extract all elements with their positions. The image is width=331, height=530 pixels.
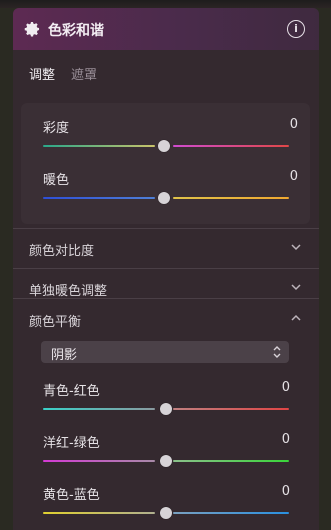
saturation-track-left[interactable] [43,145,155,147]
tone-range-value: 阴影 [51,348,78,363]
warmth-slider-thumb[interactable] [158,192,170,204]
tab-mask[interactable]: 遮罩 [71,64,97,83]
harmony-card: 彩度 0 暖色 0 [21,103,310,224]
magenta-green-track-left[interactable] [43,460,155,462]
tone-range-select[interactable]: 阴影 [41,341,289,363]
warmth-track-left[interactable] [43,197,155,199]
saturation-slider-thumb[interactable] [158,140,170,152]
section-label: 颜色对比度 [29,244,95,259]
updown-chevron-icon [273,346,281,358]
section-color-balance[interactable]: 颜色平衡 [13,299,319,339]
section-label: 单独暖色调整 [29,284,108,299]
yellow-blue-value[interactable]: 0 [250,484,290,499]
cyan-red-slider-thumb[interactable] [160,403,172,415]
saturation-label: 彩度 [43,121,70,136]
section-color-contrast[interactable]: 颜色对比度 [13,228,319,268]
saturation-value[interactable]: 0 [258,117,298,132]
panel-title: 色彩和谐 [48,23,104,39]
magenta-green-value[interactable]: 0 [250,432,290,447]
yellow-blue-label: 黄色-蓝色 [43,488,100,503]
cyan-red-label: 青色-红色 [43,384,100,399]
magenta-green-slider-thumb[interactable] [160,455,172,467]
cyan-red-track-right[interactable] [173,408,289,410]
tab-adjust[interactable]: 调整 [29,64,55,83]
info-icon[interactable]: i [287,20,305,38]
chevron-up-icon [291,314,301,321]
yellow-blue-track-left[interactable] [43,512,155,514]
chevron-down-icon [291,244,301,251]
yellow-blue-slider-thumb[interactable] [160,507,172,519]
gear-icon[interactable] [23,20,41,38]
magenta-green-label: 洋红-绿色 [43,436,100,451]
window-top-edge [0,0,331,8]
cyan-red-value[interactable]: 0 [250,380,290,395]
magenta-green-track-right[interactable] [173,460,289,462]
panel-header: 色彩和谐 i [13,8,319,50]
chevron-down-icon [291,284,301,291]
saturation-track-right[interactable] [173,145,289,147]
warmth-track-right[interactable] [173,197,289,199]
warmth-value[interactable]: 0 [258,169,298,184]
color-harmony-panel: 色彩和谐 i 调整 遮罩 彩度 0 暖色 0 颜色对比度 单独暖色调整 颜色平衡… [13,8,319,530]
section-label: 颜色平衡 [29,315,82,330]
cyan-red-track-left[interactable] [43,408,155,410]
warmth-label: 暖色 [43,173,70,188]
yellow-blue-track-right[interactable] [173,512,289,514]
